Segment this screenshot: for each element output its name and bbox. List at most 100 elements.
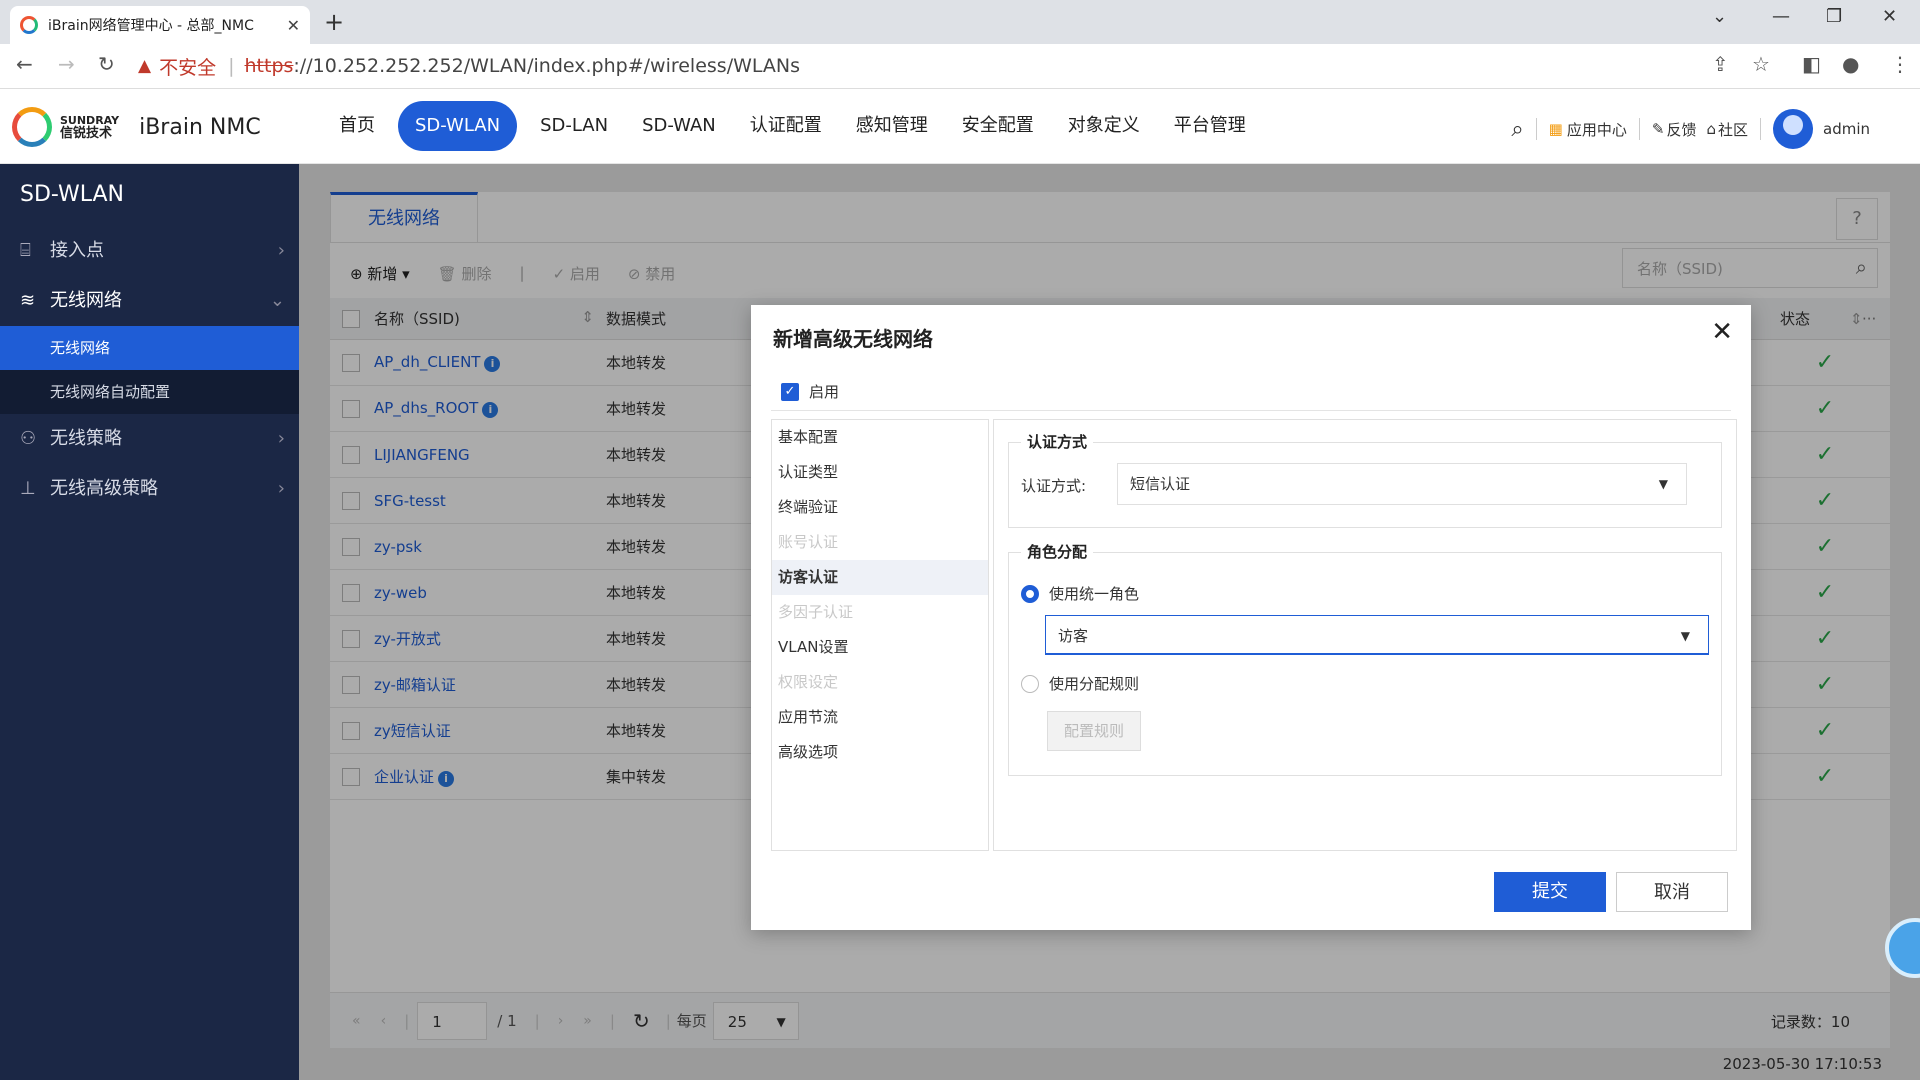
avatar[interactable]	[1773, 109, 1813, 149]
share-icon[interactable]: ⇪	[1712, 52, 1729, 76]
cancel-button[interactable]: 取消	[1616, 872, 1728, 912]
menu-sd-wan[interactable]: SD-WAN	[625, 101, 733, 151]
search-icon[interactable]: ⌕	[1511, 117, 1523, 142]
dialog-nav: 基本配置 认证类型 终端验证 账号认证 访客认证 多因子认证 VLAN设置 权限…	[771, 419, 989, 851]
insecure-label: 不安全	[159, 56, 217, 79]
reload-icon[interactable]: ↻	[98, 52, 115, 76]
sidebar-item-advanced-policy[interactable]: ⊥ 无线高级策略 ›	[0, 464, 299, 514]
favicon-icon	[20, 16, 38, 34]
nav-mfa: 多因子认证	[778, 603, 854, 621]
sidebar-item-label: 无线网络	[50, 290, 122, 311]
close-icon[interactable]: ✕	[1711, 317, 1733, 347]
nav-guest-auth[interactable]: 访客认证	[772, 560, 988, 595]
menu-platform[interactable]: 平台管理	[1157, 101, 1263, 151]
sidebar-sub-wireless-network[interactable]: 无线网络	[0, 326, 299, 370]
tab-title: iBrain网络管理中心 - 总部_NMC	[48, 18, 254, 34]
warning-icon: ▲	[138, 56, 152, 76]
menu-sd-wlan[interactable]: SD-WLAN	[398, 101, 518, 151]
header-right: ⌕ ▦ 应用中心 ✎ 反馈 ⌂ 社区 admin	[1511, 109, 1870, 149]
radio-checked-icon[interactable]	[1021, 584, 1039, 603]
enable-label: 启用	[809, 383, 840, 401]
checkbox-checked-icon[interactable]: ✓	[781, 382, 799, 401]
dialog-content: 认证方式 认证方式: 短信认证 ▼ 角色分配 使用统一角色 访客 ▼ 使用分配规…	[993, 419, 1737, 851]
url-rest: ://10.252.252.252/WLAN/index.php#/wirele…	[293, 55, 801, 77]
bookmark-star-icon[interactable]: ☆	[1752, 52, 1770, 76]
restore-icon[interactable]: ❐	[1826, 6, 1842, 27]
auth-label: 认证方式:	[1021, 477, 1087, 495]
sidebar-sub-auto-config[interactable]: 无线网络自动配置	[0, 370, 299, 414]
browser-tabstrip: iBrain网络管理中心 - 总部_NMC ✕ + ⌄ — ❐ ✕	[0, 0, 1920, 44]
nav-app-throttle[interactable]: 应用节流	[772, 700, 988, 735]
chevron-down-icon: ⌄	[269, 290, 285, 311]
radio-rules-label: 使用分配规则	[1049, 675, 1140, 693]
dialog-title: 新增高级无线网络	[773, 327, 933, 351]
caret-down-icon: ▼	[1658, 477, 1668, 491]
radio-unified-label: 使用统一角色	[1049, 585, 1140, 603]
radio-assign-rules[interactable]: 使用分配规则	[1021, 673, 1139, 694]
sidebar-item-label: 无线策略	[50, 428, 122, 449]
radio-unified-role[interactable]: 使用统一角色	[1021, 583, 1139, 604]
username[interactable]: admin	[1823, 120, 1870, 138]
tab-search-icon[interactable]: ⌄	[1712, 6, 1727, 27]
feedback-icon: ✎	[1651, 120, 1665, 138]
app-center-link[interactable]: 应用中心	[1567, 119, 1627, 140]
sidebar-item-wireless-policy[interactable]: ⚇ 无线策略 ›	[0, 414, 299, 464]
forward-icon[interactable]: →	[58, 52, 75, 76]
menu-security[interactable]: 安全配置	[945, 101, 1051, 151]
submit-button[interactable]: 提交	[1494, 872, 1606, 912]
menu-perception[interactable]: 感知管理	[839, 101, 945, 151]
url-field[interactable]: ▲ 不安全 | https ://10.252.252.252/WLAN/ind…	[138, 50, 1738, 82]
sidebar-item-wireless[interactable]: ≋ 无线网络 ⌄	[0, 276, 299, 326]
role-fieldset: 角色分配 使用统一角色 访客 ▼ 使用分配规则 配置规则	[1008, 541, 1722, 776]
url-scheme: https	[244, 55, 294, 77]
app-header: SUNDRAY 信锐技术 iBrain NMC 首页 SD-WLAN SD-LA…	[0, 89, 1920, 164]
sidebar: SD-WLAN ⌸ 接入点 › ≋ 无线网络 ⌄ 无线网络 无线网络自动配置 ⚇ 无线…	[0, 164, 299, 1080]
nav-vlan[interactable]: VLAN设置	[772, 630, 988, 665]
back-icon[interactable]: ←	[16, 52, 33, 76]
chevron-right-icon: ›	[277, 428, 285, 449]
sidepanel-icon[interactable]: ◧	[1802, 52, 1821, 76]
nav-advanced[interactable]: 高级选项	[772, 735, 988, 770]
role-value: 访客	[1058, 627, 1089, 645]
role-select[interactable]: 访客 ▼	[1045, 615, 1709, 655]
nav-terminal-verify[interactable]: 终端验证	[772, 490, 988, 525]
chevron-right-icon: ›	[277, 478, 285, 499]
sidebar-title: SD-WLAN	[20, 182, 124, 207]
minimize-icon[interactable]: —	[1772, 6, 1790, 27]
menu-auth-config[interactable]: 认证配置	[733, 101, 839, 151]
auth-method-select[interactable]: 短信认证 ▼	[1117, 463, 1687, 505]
logo: SUNDRAY 信锐技术 iBrain NMC	[12, 107, 261, 147]
profile-icon[interactable]: ●	[1842, 52, 1859, 76]
nav-permission: 权限设定	[778, 673, 839, 691]
new-tab-icon[interactable]: +	[324, 8, 344, 36]
nav-auth-type[interactable]: 认证类型	[772, 455, 988, 490]
enable-checkbox[interactable]: ✓ 启用	[781, 381, 839, 402]
feedback-link[interactable]: 反馈	[1666, 119, 1696, 140]
nav-basic[interactable]: 基本配置	[772, 420, 988, 455]
logo-mark-icon	[12, 107, 52, 147]
product-name: iBrain NMC	[139, 114, 261, 140]
menu-home[interactable]: 首页	[322, 101, 392, 151]
caret-down-icon: ▼	[1680, 629, 1690, 643]
auth-section-title: 认证方式	[1021, 431, 1094, 452]
sidebar-item-access-point[interactable]: ⌸ 接入点 ›	[0, 226, 299, 276]
close-tab-icon[interactable]: ✕	[287, 16, 300, 35]
sidebar-item-label: 无线高级策略	[50, 478, 158, 499]
browser-menu-icon[interactable]: ⋮	[1890, 52, 1910, 76]
policy-icon: ⚇	[20, 428, 37, 449]
auth-fieldset: 认证方式 认证方式: 短信认证 ▼	[1008, 431, 1722, 528]
add-wlan-dialog: 新增高级无线网络 ✕ ✓ 启用 基本配置 认证类型 终端验证 账号认证 访客认证…	[751, 305, 1751, 930]
community-link[interactable]: 社区	[1718, 119, 1748, 140]
radio-unchecked-icon[interactable]	[1021, 674, 1039, 693]
app-center-icon: ▦	[1548, 120, 1563, 138]
config-rules-button: 配置规则	[1047, 711, 1141, 751]
window-close-icon[interactable]: ✕	[1882, 6, 1897, 27]
auth-method-value: 短信认证	[1130, 475, 1191, 493]
chevron-right-icon: ›	[277, 240, 285, 261]
role-section-title: 角色分配	[1021, 541, 1094, 562]
menu-objects[interactable]: 对象定义	[1051, 101, 1157, 151]
nav-account-auth: 账号认证	[778, 533, 839, 551]
browser-tab[interactable]: iBrain网络管理中心 - 总部_NMC ✕	[10, 6, 310, 44]
menu-sd-lan[interactable]: SD-LAN	[523, 101, 625, 151]
brand-cn: 信锐技术	[60, 126, 113, 141]
